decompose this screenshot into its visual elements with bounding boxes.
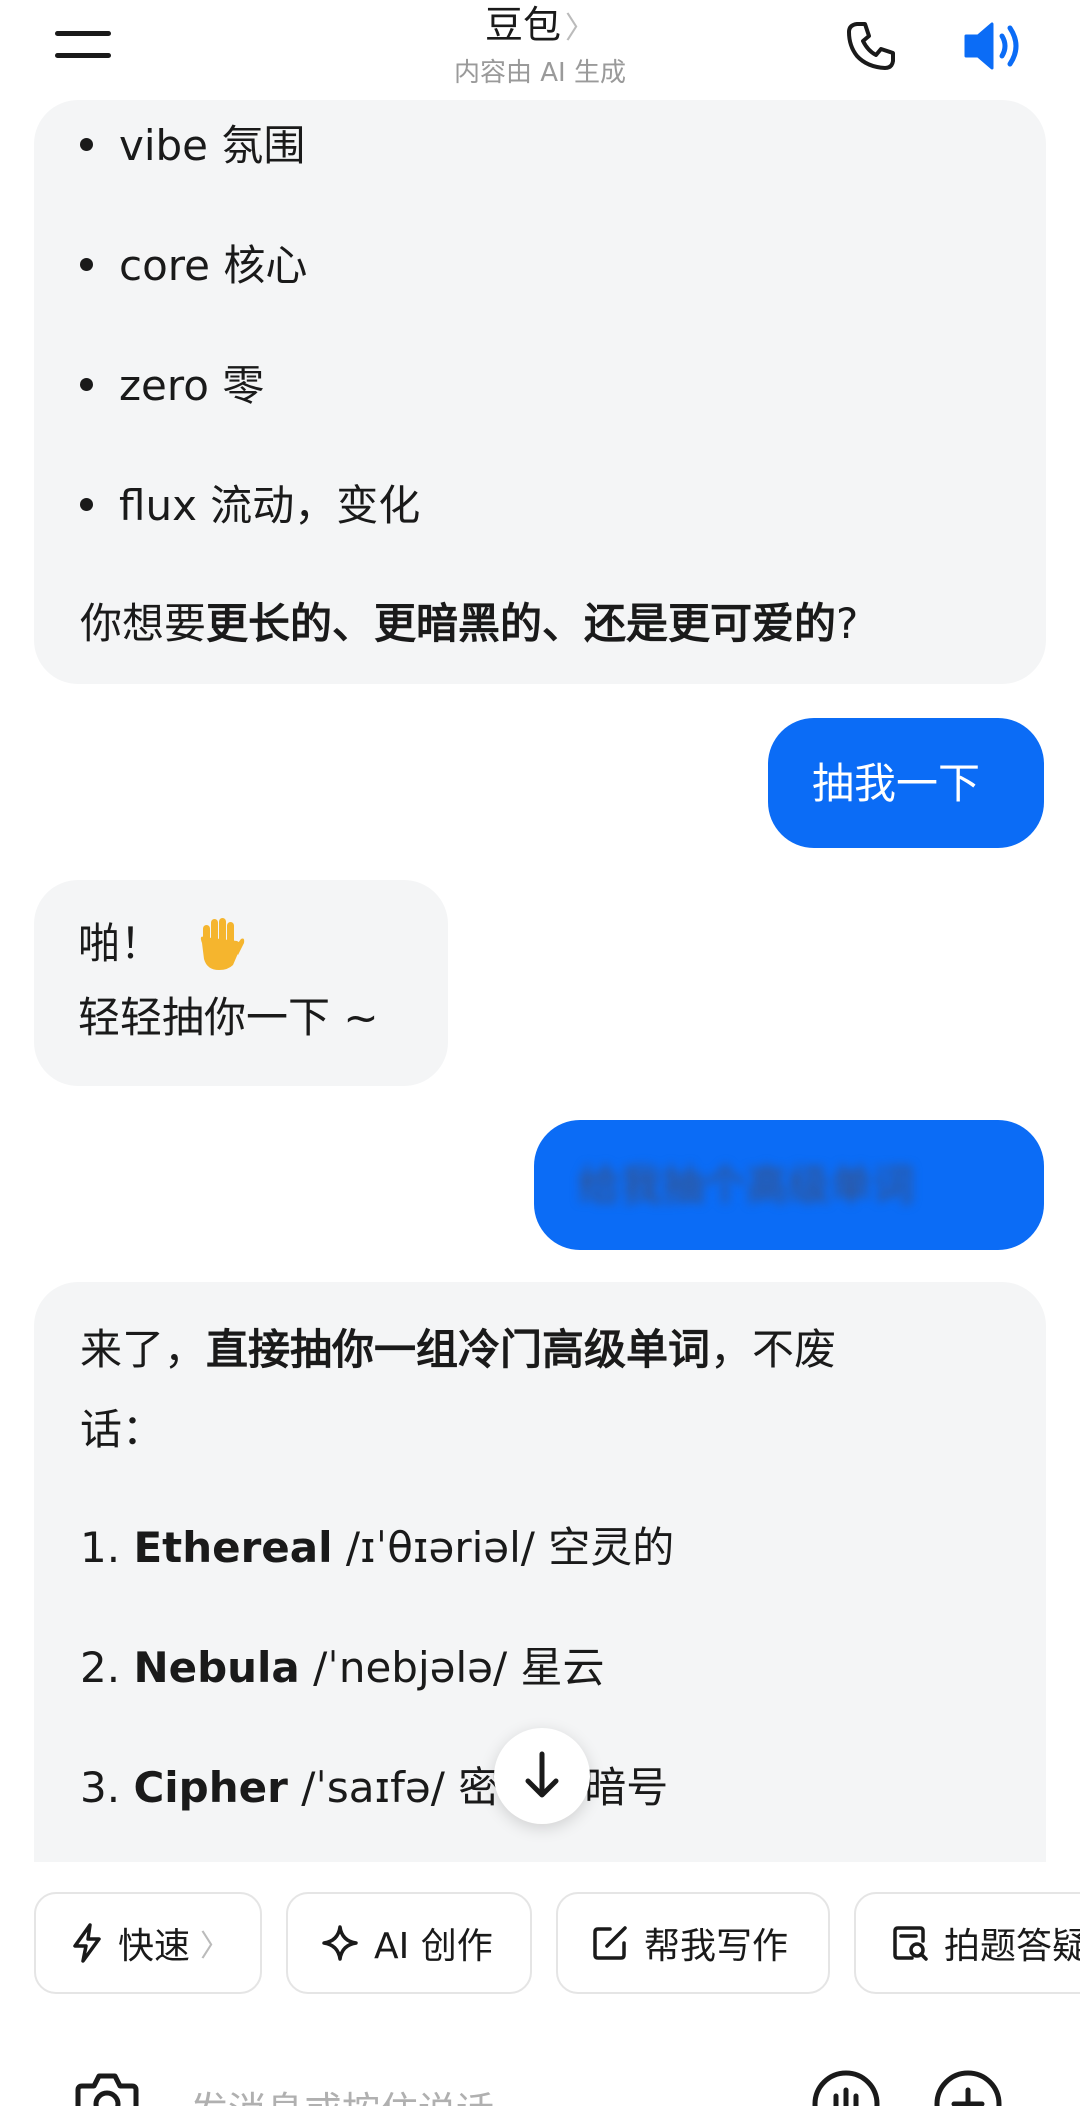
ai-intro-line2: 话： [80,1405,165,1454]
ai-reply-exclaim: 啪！ [78,919,163,968]
message-input[interactable]: 发消息或按住说话 [190,2080,494,2106]
edit-icon [593,1926,627,1960]
ai-reply-line1: 啪！ [78,916,245,973]
word-number: 3. [80,1763,121,1812]
ai-intro-line1: 来了，直接抽你一组冷门高级单词，不废 [80,1322,836,1378]
intro-suffix: ，不废 [710,1325,837,1374]
ai-reply-line2: 轻轻抽你一下 ~ [78,993,379,1042]
word-list-item: 1. Ethereal /ɪˈθɪəriəl/ 空灵的 [80,1520,674,1576]
bullet-meaning: 氛围 [221,121,306,170]
chip-chevron-icon: 〉 [200,1929,231,1964]
add-icon[interactable] [932,2068,1004,2106]
word-number: 2. [80,1643,121,1692]
intro-bold: 直接抽你一组冷门高级单词 [206,1325,711,1374]
chip-label: 帮我写作 [644,1926,789,1967]
bullet-dot [80,498,93,511]
chip-help-write[interactable]: 帮我写作 [556,1892,830,1994]
chip-photo-question[interactable]: 拍题答疑 [854,1892,1080,1994]
word-meaning: 星云 [520,1643,605,1692]
word-list-item: 2. Nebula /ˈnebjələ/ 星云 [80,1640,605,1696]
scan-question-icon [893,1926,928,1961]
bullet-word: flux [119,481,197,530]
menu-icon[interactable] [55,25,111,65]
bullet-meaning: 零 [222,361,265,410]
question-options: 更长的、更暗黑的、还是更可爱的 [206,599,837,648]
title-chevron-icon: 〉 [565,11,595,46]
intro-prefix: 来了， [80,1325,207,1374]
bullet-word: zero [119,361,209,410]
word-term: Cipher [133,1763,288,1812]
bullet-dot [80,138,93,151]
list-item: vibe 氛围 [80,118,305,174]
chip-label: 快速 [118,1926,191,1967]
bullet-word: vibe [119,121,209,170]
user-message-bubble: 给我抽个高级单词 [534,1120,1044,1250]
ai-disclaimer: 内容由 AI 生成 [454,58,626,88]
lightning-icon [73,1923,101,1963]
list-item: flux 流动，变化 [80,478,420,534]
user-message-text: 抽我一下 [812,759,981,808]
word-pronunciation: /ˈnebjələ/ [313,1643,508,1692]
question-prefix: 你想要 [80,599,207,648]
chat-title-area[interactable]: 豆包〉 内容由 AI 生成 [340,0,740,96]
ai-message-bubble: 啪！ 轻轻抽你一下 ~ [34,880,448,1086]
list-item: core 核心 [80,238,307,294]
question-suffix: ? [836,599,859,648]
ai-question-text: 你想要更长的、更暗黑的、还是更可爱的? [80,596,858,652]
voice-wave-icon[interactable] [810,2068,882,2106]
bullet-dot [80,378,93,391]
bullet-word: core [119,241,210,290]
message-input-bar: 发消息或按住说话 [0,2040,1080,2106]
chip-label: AI 创作 [374,1926,493,1967]
chip-ai-create[interactable]: AI 创作 [286,1892,532,1994]
raised-hand-icon [195,917,245,970]
word-meaning: 空灵的 [548,1523,675,1572]
chip-label: 拍题答疑 [944,1926,1080,1967]
word-term: Nebula [133,1643,300,1692]
speaker-icon[interactable] [962,18,1030,74]
chat-title[interactable]: 豆包〉 [340,2,740,52]
sparkle-icon [322,1925,358,1961]
word-term: Ethereal [133,1523,333,1572]
bullet-meaning: 核心 [223,241,308,290]
chat-title-text: 豆包 [484,3,561,47]
scroll-to-bottom-button[interactable] [494,1728,590,1824]
word-number: 1. [80,1523,121,1572]
user-message-bubble: 抽我一下 [768,718,1044,848]
user-message-text: 给我抽个高级单词 [578,1161,915,1210]
list-item: zero 零 [80,358,264,414]
camera-icon[interactable] [74,2068,140,2106]
word-pronunciation: /ɪˈθɪəriəl/ [345,1523,535,1572]
arrow-down-icon [525,1751,559,1798]
phone-icon[interactable] [843,18,899,74]
bullet-dot [80,258,93,271]
bullet-meaning: 流动，变化 [210,481,421,530]
chip-quick-mode[interactable]: 快速 〉 [34,1892,262,1994]
word-pronunciation: /ˈsaɪfə/ [301,1763,445,1812]
